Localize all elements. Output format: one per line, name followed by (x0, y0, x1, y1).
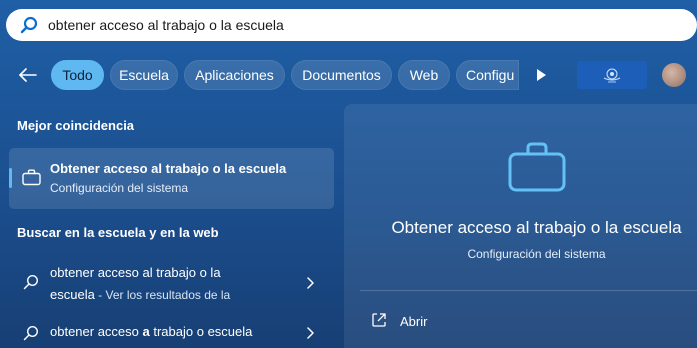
more-filters-play-icon[interactable] (534, 67, 548, 83)
best-match-subtitle: Configuración del sistema (50, 181, 189, 195)
open-button[interactable]: Abrir (400, 314, 427, 329)
suggestion-text-prefix: obtener acceso (50, 324, 143, 339)
briefcase-icon (22, 169, 41, 186)
back-arrow-icon[interactable] (16, 63, 40, 87)
divider (360, 290, 697, 291)
tab-escuela[interactable]: Escuela (110, 60, 178, 90)
preview-panel: Obtener acceso al trabajo o la escuela C… (344, 104, 697, 348)
avatar[interactable] (662, 63, 686, 87)
preview-subtitle: Configuración del sistema (467, 247, 606, 261)
tab-todo[interactable]: Todo (51, 60, 104, 90)
search-icon (23, 325, 39, 341)
suggestion-line-1: obtener acceso al trabajo o la (50, 265, 221, 280)
tab-documentos[interactable]: Documentos (291, 60, 392, 90)
preview-title: Obtener acceso al trabajo o la escuela (391, 218, 682, 237)
open-external-icon[interactable] (371, 312, 387, 328)
briefcase-icon (508, 142, 566, 192)
search-input[interactable]: obtener acceso al trabajo o la escuela (48, 17, 284, 33)
suggestion-text-suffix: trabajo o escuela (149, 324, 253, 339)
organization-emblem-icon (603, 68, 621, 83)
suggestion-text-bold: a (142, 324, 150, 339)
best-match-heading: Mejor coincidencia (17, 118, 135, 133)
selection-indicator (9, 168, 12, 188)
tab-web[interactable]: Web (398, 60, 450, 90)
organization-logo[interactable] (577, 61, 647, 89)
suggestion-line-2: escuela (50, 287, 95, 302)
search-icon (23, 274, 39, 290)
suggestion-note: - Ver los resultados de la (94, 288, 231, 302)
filter-bar: Todo Escuela Aplicaciones Documentos Web… (0, 58, 697, 92)
web-search-suggestion[interactable]: obtener acceso a trabajo o escuela (9, 321, 334, 345)
search-icon (20, 16, 38, 34)
best-match-title: Obtener acceso al trabajo o la escuela (50, 161, 287, 176)
web-search-suggestion[interactable]: obtener acceso al trabajo o la escuela -… (9, 262, 334, 308)
best-match-result[interactable]: Obtener acceso al trabajo o la escuela C… (9, 148, 334, 209)
web-search-heading: Buscar en la escuela y en la web (17, 225, 219, 240)
tab-configuracion[interactable]: Configu (456, 60, 519, 90)
chevron-right-icon[interactable] (306, 277, 314, 289)
chevron-right-icon[interactable] (306, 327, 314, 339)
tab-aplicaciones[interactable]: Aplicaciones (184, 60, 285, 90)
search-box[interactable]: obtener acceso al trabajo o la escuela (6, 9, 697, 41)
